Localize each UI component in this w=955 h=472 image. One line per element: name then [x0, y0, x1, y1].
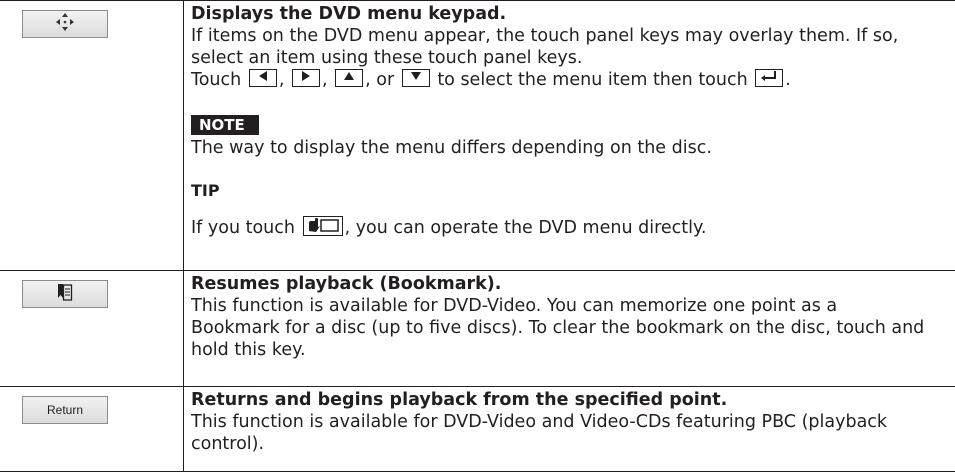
table-row-icon-cell: Return — [0, 386, 183, 471]
row-text-line: This function is available for DVD-Video… — [191, 296, 838, 316]
touch-prefix-text: Touch — [191, 70, 242, 90]
table-row-text-cell: Displays the DVD menu keypad. If items o… — [191, 0, 951, 270]
note-label: NOTE — [191, 115, 259, 135]
row-text-line: hold this key. — [191, 340, 306, 360]
table-row-icon-cell — [0, 270, 183, 386]
row-text-line: select an item using these touch panel k… — [191, 48, 583, 68]
bookmark-button[interactable] — [22, 280, 108, 308]
separator-text: , — [278, 70, 285, 90]
row-title: Resumes playback (Bookmark). — [191, 274, 502, 294]
table-row-text-cell: Resumes playback (Bookmark). This functi… — [191, 270, 951, 386]
table-row-text-cell: Returns and begins playback from the spe… — [191, 386, 951, 471]
tip-label: TIP — [191, 181, 220, 200]
column-divider — [183, 0, 184, 472]
row-title: Displays the DVD menu keypad. — [191, 4, 507, 24]
note-text: The way to display the menu differs depe… — [191, 138, 712, 158]
row-text-line: This function is available for DVD-Video… — [191, 412, 888, 432]
table-row-icon-cell — [0, 0, 183, 270]
touch-mid-text: to select the menu item then touch — [437, 70, 748, 90]
enter-icon — [755, 69, 784, 87]
tip-text: If you touch , you can operate the DVD m… — [191, 216, 707, 239]
dvd-menu-keypad-icon — [54, 11, 76, 37]
right-arrow-icon — [291, 69, 320, 87]
direct-touch-icon — [302, 216, 343, 236]
row-text-line: If items on the DVD menu appear, the tou… — [191, 26, 899, 46]
dvd-menu-keypad-button[interactable] — [22, 10, 108, 38]
up-arrow-icon — [335, 69, 364, 87]
down-arrow-icon — [401, 69, 430, 87]
row-text-line: Bookmark for a disc (up to five discs). … — [191, 318, 925, 338]
separator-text: , or — [365, 70, 395, 90]
separator-text: , — [321, 70, 328, 90]
tip-prefix-text: If you touch — [191, 218, 295, 238]
row-title: Returns and begins playback from the spe… — [191, 390, 728, 410]
tip-suffix-text: , you can operate the DVD menu directly. — [344, 218, 707, 238]
row-text-line: control). — [191, 434, 265, 454]
touch-instruction-line: Touch , , , or to select the menu item t… — [191, 69, 791, 91]
left-arrow-icon — [248, 69, 277, 87]
bookmark-icon — [56, 282, 74, 306]
sentence-end-text: . — [785, 70, 791, 90]
return-button[interactable]: Return — [22, 396, 108, 424]
